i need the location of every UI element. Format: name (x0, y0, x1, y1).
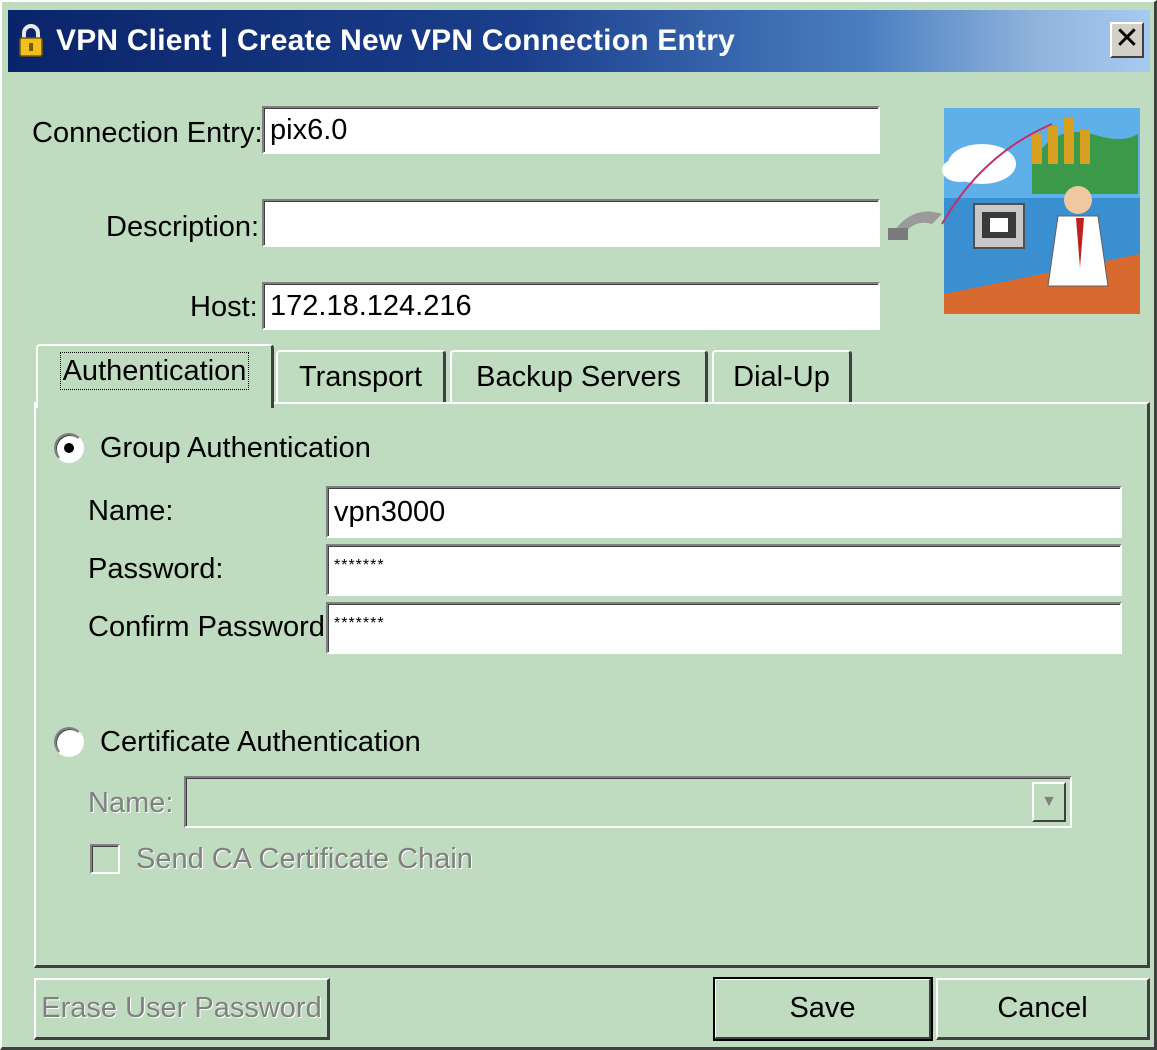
save-button[interactable]: Save (713, 977, 933, 1041)
host-input[interactable]: 172.18.124.216 (262, 282, 880, 330)
description-label: Description: (106, 211, 260, 243)
group-password-label: Password: (88, 553, 224, 585)
send-ca-chain-label: Send CA Certificate Chain (136, 843, 473, 875)
window-title: VPN Client | Create New VPN Connection E… (56, 24, 735, 57)
host-label: Host: (190, 291, 258, 323)
certificate-name-label: Name: (88, 787, 174, 819)
confirm-password-label: Confirm Password: (88, 611, 333, 643)
erase-user-password-button[interactable]: Erase User Password (34, 978, 330, 1040)
group-name-input[interactable]: vpn3000 (326, 486, 1122, 538)
group-authentication-radio[interactable] (54, 433, 84, 463)
tab-backup-servers-label: Backup Servers (476, 361, 681, 393)
group-password-input[interactable]: ******* (326, 544, 1122, 596)
padlock-icon (19, 24, 43, 57)
tab-backup-servers[interactable]: Backup Servers (450, 350, 708, 410)
tab-authentication[interactable]: Authentication (36, 344, 274, 408)
connection-entry-label: Connection Entry: (32, 117, 263, 149)
vpn-user-illustration (888, 108, 1140, 314)
title-bar[interactable]: VPN Client | Create New VPN Connection E… (8, 10, 1150, 72)
tab-transport-label: Transport (298, 361, 423, 393)
close-button[interactable]: ✕ (1110, 22, 1144, 58)
certificate-authentication-radio[interactable] (54, 727, 84, 757)
cancel-button[interactable]: Cancel (936, 978, 1150, 1040)
radio-selected-dot (64, 443, 74, 453)
vpn-dialog-window: VPN Client | Create New VPN Connection E… (0, 0, 1157, 1050)
group-name-label: Name: (88, 495, 174, 527)
chevron-down-icon[interactable]: ▼ (1032, 782, 1066, 822)
confirm-password-input[interactable]: ******* (326, 602, 1122, 654)
connection-entry-input[interactable]: pix6.0 (262, 106, 880, 154)
description-input[interactable] (262, 199, 880, 247)
tab-authentication-label: Authentication (59, 352, 250, 390)
certificate-name-select[interactable]: ▼ (184, 776, 1072, 828)
tab-transport[interactable]: Transport (276, 350, 446, 410)
tab-dial-up[interactable]: Dial-Up (712, 350, 852, 410)
certificate-authentication-label: Certificate Authentication (100, 726, 421, 758)
tab-dial-up-label: Dial-Up (733, 361, 830, 393)
group-authentication-label: Group Authentication (100, 432, 371, 464)
close-icon: ✕ (1114, 21, 1140, 56)
send-ca-chain-checkbox[interactable] (90, 844, 120, 874)
